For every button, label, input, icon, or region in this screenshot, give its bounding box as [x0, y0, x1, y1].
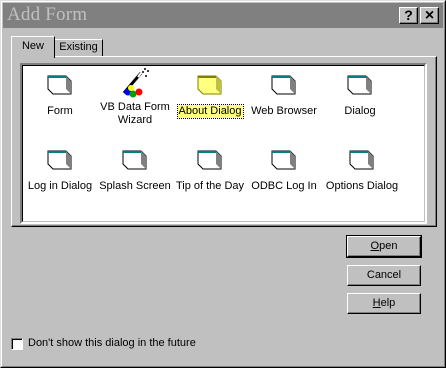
list-item-tip-of-the-day[interactable]: Tip of the Day: [170, 146, 250, 193]
tab-existing[interactable]: Existing: [55, 39, 103, 57]
help-label-rest: elp: [380, 297, 396, 309]
form-icon: [347, 75, 372, 95]
list-item-vb-data-form-wizard[interactable]: VB Data Form Wizard: [95, 67, 175, 127]
list-item-odbc-log-in[interactable]: ODBC Log In: [244, 146, 324, 193]
cancel-label: Cancel: [366, 269, 402, 281]
tab-new-label: New: [21, 40, 44, 52]
list-item-about-dialog[interactable]: About Dialog: [170, 71, 250, 119]
add-form-dialog: Add Form ? × New Existing Form VB Data F…: [0, 0, 446, 368]
list-item-label: Dialog: [344, 105, 376, 117]
list-item-options-dialog[interactable]: Options Dialog: [320, 146, 404, 193]
list-item-form[interactable]: Form: [20, 71, 100, 118]
form-icon: [47, 150, 72, 170]
list-item-label: ODBC Log In: [251, 180, 317, 192]
tab-existing-label: Existing: [59, 41, 98, 53]
list-item-label: Web Browser: [251, 105, 317, 117]
form-icon: [271, 150, 296, 170]
form-icon: [271, 75, 296, 95]
list-item-splash-screen[interactable]: Splash Screen: [95, 146, 175, 193]
open-label-rest: pen: [379, 240, 398, 252]
form-icon: [197, 75, 222, 95]
list-item-label: Splash Screen: [99, 180, 171, 192]
list-item-label: Form: [47, 105, 73, 117]
list-item-label: About Dialog: [176, 104, 244, 119]
open-button[interactable]: Open: [346, 235, 422, 258]
dont-show-checkbox[interactable]: [11, 338, 23, 350]
title-bar[interactable]: Add Form ? ×: [3, 3, 443, 28]
list-item-label: Options Dialog: [325, 180, 399, 192]
list-item-log-in-dialog[interactable]: Log in Dialog: [20, 146, 100, 193]
window-title: Add Form: [7, 4, 88, 25]
open-mnemonic: O: [370, 240, 380, 252]
list-item-label: Tip of the Day: [175, 180, 245, 192]
list-item-label: VB Data Form Wizard: [100, 101, 170, 126]
list-item-web-browser[interactable]: Web Browser: [244, 71, 324, 118]
wizard-icon: [122, 68, 149, 98]
form-template-list[interactable]: Form VB Data Form Wizard About Dialog We…: [20, 63, 427, 224]
tab-new[interactable]: New: [11, 36, 55, 58]
close-title-button[interactable]: ×: [420, 7, 439, 24]
help-button[interactable]: Help: [347, 293, 421, 314]
form-icon: [122, 150, 147, 170]
form-icon: [47, 75, 72, 95]
list-item-label: Log in Dialog: [27, 180, 93, 192]
form-icon: [197, 150, 222, 170]
cancel-button[interactable]: Cancel: [347, 265, 421, 286]
dont-show-label[interactable]: Don't show this dialog in the future: [28, 337, 196, 350]
form-icon: [349, 150, 374, 170]
help-mnemonic: H: [372, 297, 381, 309]
list-item-dialog[interactable]: Dialog: [320, 71, 400, 118]
help-title-button[interactable]: ?: [399, 7, 418, 24]
